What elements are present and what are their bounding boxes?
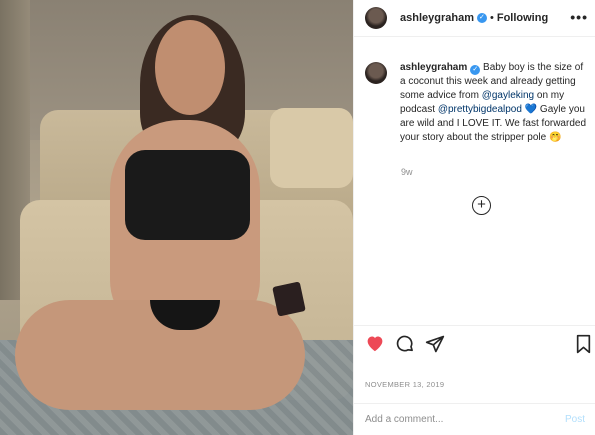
- caption: ashleygraham ✓ Baby boy is the size of a …: [365, 61, 591, 145]
- caption-username[interactable]: ashleygraham: [400, 62, 467, 73]
- comment-input[interactable]: [365, 414, 565, 425]
- post-date: NOVEMBER 13, 2019: [365, 380, 445, 389]
- comment-icon[interactable]: [395, 334, 415, 359]
- photo-head: [155, 20, 225, 115]
- heart-icon[interactable]: [365, 334, 385, 357]
- photo-phone: [272, 281, 306, 317]
- header-username[interactable]: ashleygraham: [400, 12, 474, 24]
- actions-divider: [354, 325, 595, 326]
- verified-badge-icon: ✓: [476, 13, 487, 23]
- bookmark-icon[interactable]: [575, 334, 592, 359]
- blue-heart-emoji: 💙: [524, 104, 538, 115]
- post-photo[interactable]: [0, 0, 353, 435]
- mention-link[interactable]: @prettybigdealpod: [438, 104, 522, 115]
- post-side-panel: ashleygraham ✓ • Following ••• ashleygra…: [353, 0, 595, 435]
- mention-link[interactable]: @gayleking: [482, 90, 534, 101]
- load-more-comments-button[interactable]: +: [472, 196, 491, 215]
- following-button[interactable]: Following: [497, 12, 548, 24]
- paper-plane-icon[interactable]: [425, 334, 445, 359]
- post-comment-button[interactable]: Post: [565, 414, 585, 425]
- more-options-icon[interactable]: •••: [570, 9, 588, 25]
- caption-verified-badge-icon: ✓: [470, 65, 481, 75]
- caption-timestamp: 9w: [401, 167, 413, 177]
- comment-bar: Post: [354, 403, 595, 435]
- action-bar: [365, 334, 591, 356]
- photo-pillow: [270, 108, 353, 188]
- post-header: ashleygraham ✓ • Following •••: [354, 0, 595, 37]
- caption-text: ashleygraham ✓ Baby boy is the size of a …: [400, 61, 590, 145]
- follow-separator: •: [489, 12, 494, 24]
- face-emoji: 🤭: [548, 132, 562, 143]
- avatar[interactable]: [365, 7, 387, 29]
- caption-avatar[interactable]: [365, 62, 387, 84]
- photo-bra: [125, 150, 250, 240]
